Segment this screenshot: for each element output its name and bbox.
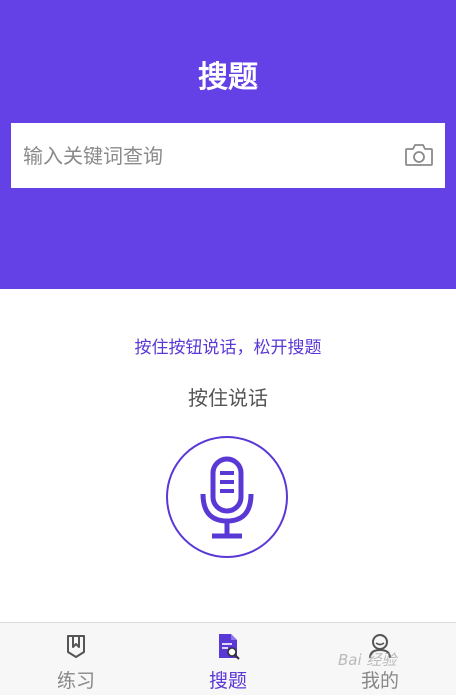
tab-mine-label: 我的 bbox=[360, 670, 399, 692]
tab-search-label: 搜题 bbox=[208, 670, 247, 692]
search-input[interactable] bbox=[23, 123, 393, 188]
microphone-icon bbox=[200, 456, 254, 539]
voice-hint: 按住按钮说话，松开搜题 bbox=[134, 338, 322, 358]
bookmark-book-icon bbox=[67, 635, 85, 658]
header: 搜题 bbox=[0, 0, 456, 289]
mic-button[interactable] bbox=[166, 436, 288, 558]
watermark: Bai 经验 bbox=[338, 651, 397, 669]
press-to-talk-label: 按住说话 bbox=[188, 386, 268, 410]
tab-practice[interactable]: 练习 bbox=[0, 623, 152, 696]
page-title: 搜题 bbox=[198, 60, 258, 95]
tab-practice-label: 练习 bbox=[56, 670, 95, 692]
search-box bbox=[11, 123, 445, 188]
document-search-icon bbox=[219, 634, 240, 660]
camera-button[interactable] bbox=[404, 142, 434, 168]
tab-search[interactable]: 搜题 bbox=[152, 623, 304, 696]
camera-icon bbox=[405, 144, 433, 166]
